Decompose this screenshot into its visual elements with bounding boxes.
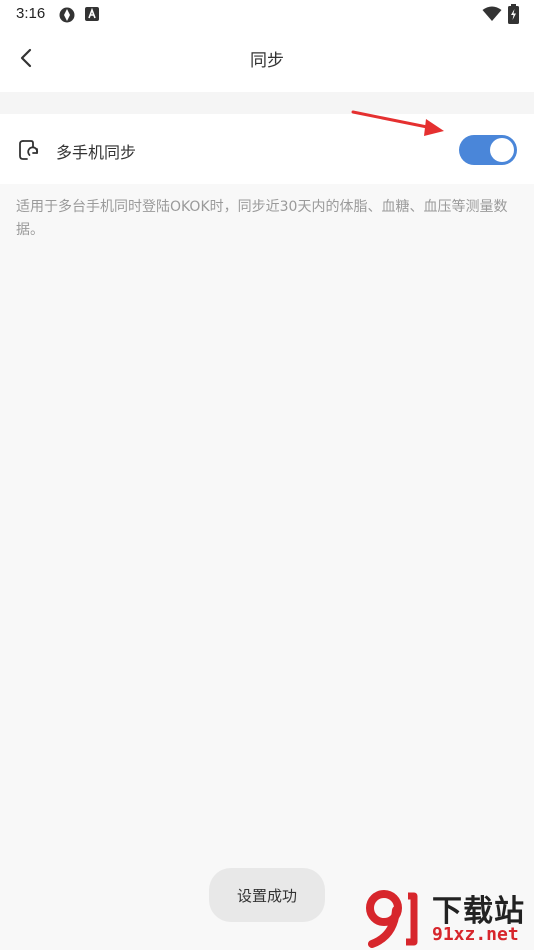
sync-phone-icon (19, 140, 39, 160)
aperture-icon (59, 7, 75, 23)
wifi-icon (482, 6, 502, 21)
status-time: 3:16 (16, 5, 46, 22)
sync-description: 适用于多台手机同时登陆OKOK时，同步近30天内的体脂、血糖、血压等测量数据。 (16, 199, 508, 238)
multi-phone-sync-row: 多手机同步 (0, 114, 534, 184)
app-header: 同步 (0, 28, 534, 92)
toggle-knob (490, 138, 514, 162)
toast-message: 设置成功 (209, 868, 325, 922)
section-divider (0, 92, 534, 114)
watermark-bottom-text: 91xz.net (432, 924, 519, 945)
toast-text: 设置成功 (236, 886, 297, 905)
status-bar: 3:16 (0, 0, 534, 28)
site-watermark: 下载站 91xz.net (362, 884, 534, 950)
multi-phone-sync-label: 多手机同步 (56, 143, 137, 162)
watermark-logo-icon (366, 890, 418, 948)
red-arrow-annotation (351, 110, 444, 136)
a-badge-icon (85, 7, 99, 21)
page-title: 同步 (250, 51, 284, 71)
battery-charging-icon (508, 4, 519, 24)
multi-phone-sync-toggle[interactable] (459, 135, 517, 165)
